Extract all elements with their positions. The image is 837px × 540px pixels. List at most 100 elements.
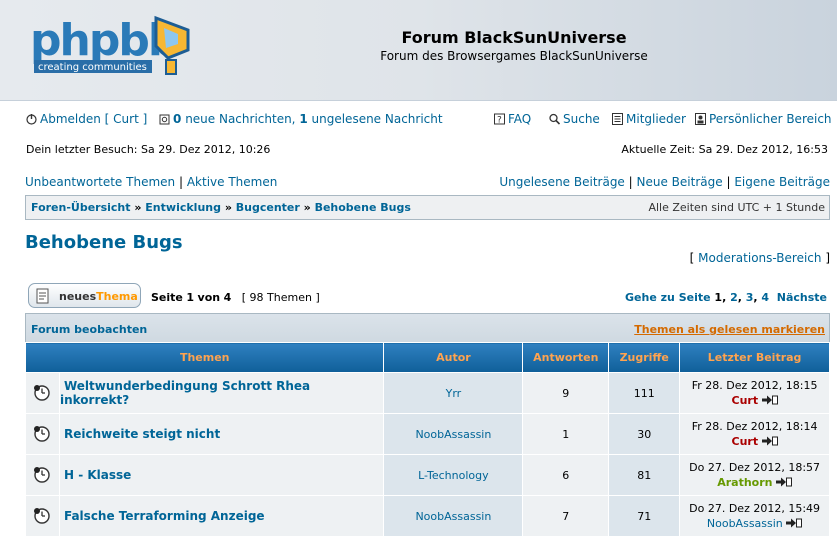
- last-post-cell: Do 27. Dez 2012, 15:49 NoobAssassin: [679, 495, 830, 537]
- topic-title-cell: H - Klasse: [58, 454, 385, 496]
- goto-last-post-icon[interactable]: [775, 477, 792, 487]
- topic-count: [ 98 Themen ]: [241, 291, 320, 304]
- next-page-link[interactable]: Nächste: [777, 291, 827, 304]
- members-link[interactable]: Mitglieder: [612, 112, 686, 126]
- breadcrumb-bar: Foren-Übersicht » Entwicklung » Bugcente…: [25, 195, 830, 220]
- active-topics-link[interactable]: Aktive Themen: [187, 175, 278, 189]
- watch-forum-link[interactable]: Forum beobachten: [31, 323, 147, 336]
- page-title[interactable]: Behobene Bugs: [25, 232, 183, 253]
- goto-last-post-icon[interactable]: [761, 436, 778, 446]
- topic-views: 30: [608, 413, 681, 455]
- page-3-link[interactable]: 3: [746, 291, 754, 304]
- topic-replies: 7: [522, 495, 610, 537]
- separator: |: [726, 175, 731, 189]
- members-list-icon: [612, 113, 623, 125]
- table-row: Falsche Terraforming Anzeige NoobAssassin…: [25, 495, 830, 537]
- topic-title-cell: Reichweite steigt nicht: [58, 413, 385, 455]
- phpbb-logo[interactable]: phpbb creating communities: [28, 10, 198, 90]
- last-post-date: Do 27. Dez 2012, 18:57: [689, 461, 821, 474]
- topic-author-link[interactable]: NoobAssassin: [415, 428, 491, 441]
- goto-last-post-icon[interactable]: [761, 395, 778, 405]
- new-topic-button[interactable]: neuesThema: [28, 283, 141, 308]
- last-post-author-link[interactable]: Curt: [732, 435, 759, 448]
- topic-status-cell: [25, 495, 60, 537]
- last-post-cell: Fr 28. Dez 2012, 18:15 Curt: [679, 372, 830, 414]
- breadcrumb-index[interactable]: Foren-Übersicht: [31, 201, 131, 214]
- table-row: Weltwunderbedingung Schrott Rhea inkorre…: [25, 372, 830, 414]
- question-icon: ?: [494, 113, 505, 125]
- search-icon: [549, 113, 560, 125]
- quicklinks-left: Unbeantwortete Themen | Aktive Themen: [25, 175, 277, 189]
- last-visit: Dein letzter Besuch: Sa 29. Dez 2012, 10…: [26, 143, 271, 156]
- last-post-author-link[interactable]: NoobAssassin: [707, 517, 783, 530]
- topic-author-link[interactable]: Yrr: [446, 387, 462, 400]
- col-header-replies: Antworten: [522, 342, 610, 373]
- col-header-author: Autor: [383, 342, 524, 373]
- last-post-cell: Do 27. Dez 2012, 18:57 Arathorn: [679, 454, 830, 496]
- own-posts-link[interactable]: Eigene Beiträge: [734, 175, 830, 189]
- separator: |: [178, 175, 184, 189]
- topic-title-link[interactable]: Reichweite steigt nicht: [60, 427, 220, 441]
- unread-posts-link[interactable]: Ungelesene Beiträge: [499, 175, 624, 189]
- topic-title-cell: Falsche Terraforming Anzeige: [58, 495, 385, 537]
- site-description: Forum des Browsergames BlackSunUniverse: [380, 49, 648, 63]
- topic-status-cell: [25, 454, 60, 496]
- moderation-area-link[interactable]: Moderations-Bereich: [698, 251, 821, 265]
- quicklinks-right: Ungelesene Beiträge | Neue Beiträge | Ei…: [499, 175, 830, 189]
- unanswered-topics-link[interactable]: Unbeantwortete Themen: [25, 175, 175, 189]
- user-icon: [695, 113, 706, 125]
- logout-icon: [26, 114, 37, 125]
- logout-link[interactable]: Abmelden [ Curt ]: [26, 112, 147, 126]
- topic-author-cell: L-Technology: [383, 454, 524, 496]
- topic-views: 111: [608, 372, 681, 414]
- topic-author-cell: NoobAssassin: [383, 495, 524, 537]
- topic-author-link[interactable]: L-Technology: [418, 469, 489, 482]
- svg-text:?: ?: [497, 116, 502, 126]
- new-topic-label-accent: Thema: [96, 290, 138, 303]
- last-post-date: Fr 28. Dez 2012, 18:15: [691, 379, 818, 392]
- pagination: Gehe zu Seite 1, 2, 3, 4 Nächste: [625, 291, 827, 304]
- forum-actions-bar: Forum beobachten Themen als gelesen mark…: [25, 313, 830, 342]
- topic-title-link[interactable]: Weltwunderbedingung Schrott Rhea inkorre…: [60, 379, 310, 407]
- user-control-panel-link[interactable]: Persönlicher Bereich: [695, 112, 832, 126]
- breadcrumb-fixed-bugs[interactable]: Behobene Bugs: [315, 201, 411, 214]
- topic-author-cell: NoobAssassin: [383, 413, 524, 455]
- new-topic-label: neues: [59, 290, 97, 303]
- page-4-link[interactable]: 4: [761, 291, 769, 304]
- new-topic-icon: [36, 288, 49, 304]
- new-posts-link[interactable]: Neue Beiträge: [637, 175, 723, 189]
- timezone-note: Alle Zeiten sind UTC + 1 Stunde: [648, 201, 825, 214]
- topic-title-link[interactable]: H - Klasse: [60, 468, 131, 482]
- table-row: H - Klasse L-Technology 6 81 Do 27. Dez 2012…: [25, 454, 830, 496]
- last-post-author-link[interactable]: Arathorn: [717, 476, 772, 489]
- page-2-link[interactable]: 2: [730, 291, 738, 304]
- topic-views: 81: [608, 454, 681, 496]
- search-link[interactable]: Suche: [549, 112, 600, 126]
- goto-last-post-icon[interactable]: [786, 518, 803, 528]
- page-current: 1: [714, 291, 723, 304]
- col-header-views: Zugriffe: [608, 342, 681, 373]
- topic-views: 71: [608, 495, 681, 537]
- faq-link[interactable]: ? FAQ: [494, 112, 531, 126]
- breadcrumb-development[interactable]: Entwicklung: [145, 201, 221, 214]
- table-row: Reichweite steigt nicht NoobAssassin 1 30 Fr…: [25, 413, 830, 455]
- topic-status-cell: [25, 372, 60, 414]
- goto-page-label[interactable]: Gehe zu Seite: [625, 291, 711, 304]
- last-post-date: Do 27. Dez 2012, 15:49: [689, 502, 821, 515]
- private-messages-link[interactable]: 0 neue Nachrichten, 1 ungelesene Nachric…: [159, 112, 443, 126]
- last-post-date: Fr 28. Dez 2012, 18:14: [691, 420, 818, 433]
- last-post-author-link[interactable]: Curt: [732, 394, 759, 407]
- table-header: Themen Autor Antworten Zugriffe Letzter …: [24, 342, 830, 373]
- topic-author-link[interactable]: NoobAssassin: [415, 510, 491, 523]
- topic-read-icon: [34, 426, 51, 442]
- topic-author-cell: Yrr: [383, 372, 524, 414]
- topic-replies: 9: [522, 372, 610, 414]
- topic-status-cell: [25, 413, 60, 455]
- col-header-topics: Themen: [24, 342, 385, 373]
- mark-read-link[interactable]: Themen als gelesen markieren: [634, 323, 825, 336]
- topic-read-icon: [34, 385, 51, 401]
- breadcrumb-bugcenter[interactable]: Bugcenter: [236, 201, 300, 214]
- topic-title-link[interactable]: Falsche Terraforming Anzeige: [60, 509, 265, 523]
- moderation-link: [ Moderations-Bereich ]: [689, 251, 830, 265]
- separator: |: [628, 175, 633, 189]
